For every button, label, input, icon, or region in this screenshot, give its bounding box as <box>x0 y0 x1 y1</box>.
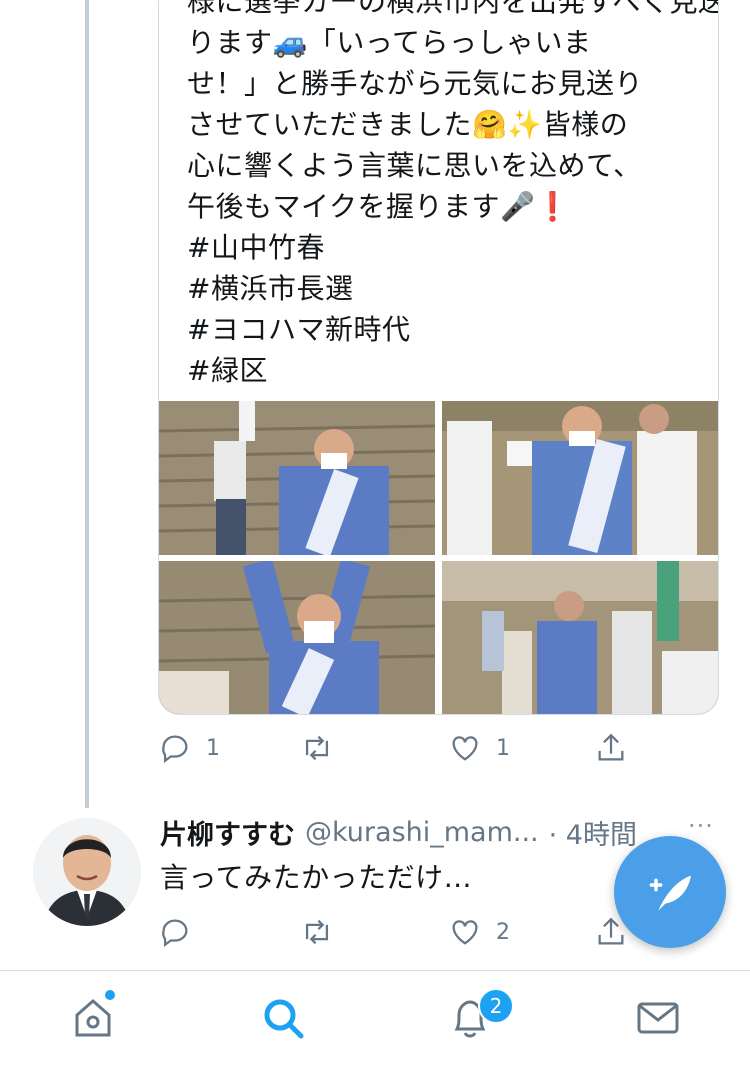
tweet-text: 様に選挙カーの横浜市内を出発すべく見送 ります🚙「いってらっしゃいま せ！」と勝… <box>187 0 719 391</box>
reply-count: 1 <box>206 735 220 761</box>
heart-icon <box>452 920 478 945</box>
notifications-badge: 2 <box>478 988 514 1024</box>
nav-messages[interactable] <box>633 993 683 1043</box>
like-count: 1 <box>496 735 510 761</box>
tweet-card[interactable]: 様に選挙カーの横浜市内を出発すべく見送 ります🚙「いってらっしゃいま せ！」と勝… <box>158 0 719 715</box>
compose-tweet-button[interactable] <box>614 836 726 948</box>
bottom-nav <box>0 970 750 1071</box>
compose-feather-icon <box>649 875 691 911</box>
avatar[interactable] <box>33 818 141 926</box>
reply-icon <box>162 735 188 764</box>
share-icon <box>598 733 624 761</box>
more-options-button[interactable]: ··· <box>688 812 714 840</box>
tweet-photo[interactable] <box>442 561 718 714</box>
photo-grid <box>159 401 718 714</box>
retweet-button[interactable] <box>300 912 348 952</box>
retweet-icon <box>305 735 329 761</box>
retweet-icon <box>305 919 329 945</box>
hashtag-link[interactable]: #ヨコハマ新時代 <box>187 309 707 350</box>
tweet-actions: 2 <box>158 912 628 952</box>
heart-icon <box>452 736 478 761</box>
user-handle[interactable]: @kurashi_mam... <box>305 817 539 848</box>
home-icon <box>75 999 111 1037</box>
tweet-photo[interactable] <box>159 561 435 714</box>
tweet-photo[interactable] <box>442 401 718 555</box>
reply-button[interactable]: 1 <box>158 728 220 768</box>
hashtag-link[interactable]: #山中竹春 <box>187 227 707 268</box>
reply-icon <box>162 919 188 948</box>
like-count: 2 <box>496 919 510 945</box>
hashtag-link[interactable]: #横浜市長選 <box>187 268 707 309</box>
reply-button[interactable] <box>158 912 206 952</box>
tweet-text-line: 様に選挙カーの横浜市内を出発すべく見送 <box>187 0 719 18</box>
thread-line <box>85 0 89 808</box>
like-button[interactable]: 2 <box>448 912 510 952</box>
nav-home[interactable] <box>68 993 118 1043</box>
tweet-text-line: ります🚙「いってらっしゃいま <box>187 26 592 59</box>
home-unread-dot <box>105 990 115 1000</box>
tweet-text: 言ってみたかっただけ… <box>160 861 473 894</box>
share-button[interactable] <box>594 728 628 768</box>
tweet-photo[interactable] <box>159 401 435 555</box>
like-button[interactable]: 1 <box>448 728 510 768</box>
nav-search[interactable] <box>258 993 308 1043</box>
tweet-text-line: せ！」と勝手ながら元気にお見送り <box>187 67 644 100</box>
hashtag-link[interactable]: #緑区 <box>187 350 707 391</box>
search-icon <box>264 999 304 1039</box>
display-name[interactable]: 片柳すすむ <box>160 813 295 852</box>
retweet-button[interactable] <box>300 728 348 768</box>
tweet-text-line: させていただきました🤗✨皆様の <box>187 108 629 141</box>
tweet-text-line: 心に響くよう言葉に思いを込めて、 <box>187 149 642 182</box>
tweet-actions: 1 1 <box>158 728 628 768</box>
tweet-text-line: 午後もマイクを握ります🎤❗ <box>187 190 571 223</box>
tweet-time: · 4時間 <box>548 819 637 851</box>
mail-icon <box>637 1002 679 1034</box>
